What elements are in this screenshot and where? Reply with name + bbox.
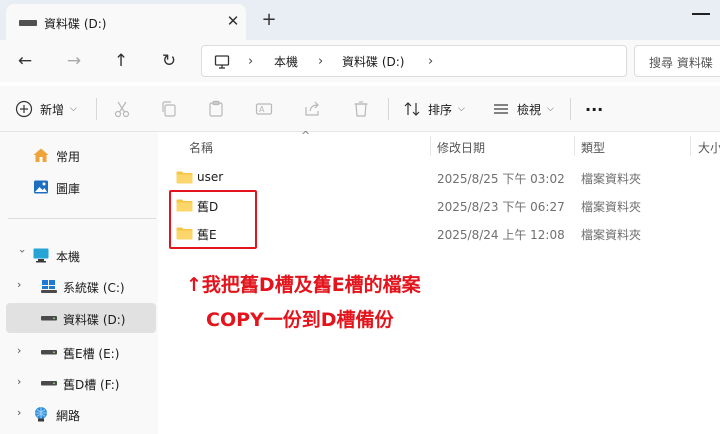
sort-label: 排序 bbox=[428, 102, 453, 117]
chevron-right-icon[interactable]: › bbox=[17, 407, 27, 419]
sidebar-item-drive-d[interactable]: 資料碟 (D:) bbox=[6, 303, 156, 333]
drive-icon bbox=[19, 20, 37, 26]
file-type: 檔案資料夾 bbox=[581, 200, 642, 214]
drive-icon bbox=[41, 316, 57, 321]
view-lines-icon bbox=[491, 99, 511, 119]
sidebar-item-this-pc[interactable]: › 本機 bbox=[6, 240, 156, 270]
command-bar: 新增 ⌵ A 排序 ⌵ 檢視 ⌵ ... bbox=[0, 86, 720, 132]
file-modified: 2025/8/23 下午 06:27 bbox=[437, 200, 565, 214]
column-divider[interactable] bbox=[690, 136, 691, 156]
close-tab-icon[interactable]: ✕ bbox=[224, 12, 242, 30]
tab-current[interactable]: 資料碟 (D:) ✕ bbox=[6, 4, 246, 40]
sidebar-item-label: 系統碟 (C:) bbox=[63, 281, 125, 295]
sidebar-item-label: 舊E槽 (E:) bbox=[63, 347, 120, 361]
sidebar-item-label: 圖庫 bbox=[56, 182, 81, 196]
column-header-size[interactable]: 大小 bbox=[698, 139, 720, 156]
sidebar-item-label: 舊D槽 (F:) bbox=[63, 378, 120, 392]
sidebar-item-home[interactable]: 常用 bbox=[6, 140, 156, 170]
column-divider[interactable] bbox=[430, 136, 431, 156]
svg-text:A: A bbox=[259, 105, 265, 114]
file-name: user bbox=[197, 170, 224, 184]
windows-drive-icon bbox=[41, 280, 57, 293]
file-type: 檔案資料夾 bbox=[581, 228, 642, 242]
gallery-icon bbox=[34, 180, 48, 194]
drive-icon bbox=[41, 350, 57, 355]
column-header-type[interactable]: 類型 bbox=[581, 139, 605, 156]
file-modified: 2025/8/24 上午 12:08 bbox=[437, 228, 565, 242]
chevron-down-icon: ⌵ bbox=[547, 104, 554, 114]
copy-icon[interactable] bbox=[159, 99, 179, 119]
column-divider[interactable] bbox=[574, 136, 575, 156]
search-box[interactable]: 搜尋 資料碟 bbox=[634, 45, 720, 77]
home-icon bbox=[33, 148, 49, 162]
folder-icon bbox=[176, 171, 193, 184]
new-tab-icon[interactable]: + bbox=[260, 11, 278, 29]
sidebar-item-drive-e[interactable]: › 舊E槽 (E:) bbox=[6, 337, 156, 367]
navigation-pane: 常用 圖庫 › 本機 › 系統碟 (C:) 資料碟 (D:) › 舊E槽 (E:… bbox=[0, 132, 158, 434]
chevron-right-icon[interactable]: › bbox=[17, 345, 27, 357]
sidebar-item-label: 網路 bbox=[56, 409, 81, 423]
sidebar-item-drive-f[interactable]: › 舊D槽 (F:) bbox=[6, 368, 156, 398]
divider bbox=[8, 218, 156, 219]
sidebar-item-gallery[interactable]: 圖庫 bbox=[6, 172, 156, 202]
sidebar-item-label: 常用 bbox=[56, 150, 81, 164]
divider bbox=[388, 98, 389, 120]
sidebar-item-label: 本機 bbox=[56, 250, 81, 264]
annotation-text: COPY一份到D槽備份 bbox=[206, 309, 394, 331]
navigation-bar: ← → ↑ ↻ › 本機 › 資料碟 (D:) › 搜尋 資料碟 bbox=[0, 40, 720, 82]
chevron-down-icon[interactable]: › bbox=[16, 249, 29, 259]
chevron-right-icon: › bbox=[248, 54, 254, 69]
table-row[interactable]: user 2025/8/25 下午 03:02 檔案資料夾 bbox=[158, 163, 720, 191]
divider bbox=[96, 98, 97, 120]
tab-title: 資料碟 (D:) bbox=[44, 17, 107, 31]
sidebar-item-drive-c[interactable]: › 系統碟 (C:) bbox=[6, 271, 156, 301]
network-icon bbox=[35, 407, 47, 422]
sort-ascending-icon: ^ bbox=[301, 129, 311, 142]
more-options-icon[interactable]: ... bbox=[585, 92, 603, 118]
file-modified: 2025/8/25 下午 03:02 bbox=[437, 172, 565, 186]
chevron-down-icon: ⌵ bbox=[458, 104, 465, 114]
sidebar-item-label: 資料碟 (D:) bbox=[63, 313, 126, 327]
monitor-icon bbox=[214, 55, 230, 69]
up-arrow-icon[interactable]: ↑ bbox=[109, 49, 133, 73]
search-placeholder: 搜尋 資料碟 bbox=[649, 56, 713, 70]
breadcrumb-item[interactable]: 資料碟 (D:) bbox=[342, 53, 404, 70]
new-label: 新增 bbox=[40, 102, 65, 117]
divider bbox=[570, 98, 571, 120]
new-button[interactable]: 新增 ⌵ bbox=[14, 96, 77, 122]
chevron-down-icon: ⌵ bbox=[70, 104, 77, 114]
back-arrow-icon[interactable]: ← bbox=[13, 49, 37, 73]
chevron-right-icon[interactable]: › bbox=[318, 54, 323, 69]
sort-button[interactable]: 排序 ⌵ bbox=[402, 96, 465, 122]
file-type: 檔案資料夾 bbox=[581, 172, 642, 186]
column-header-name[interactable]: 名稱 bbox=[189, 139, 213, 156]
rename-icon[interactable]: A bbox=[254, 99, 274, 119]
annotation-highlight-box bbox=[169, 190, 257, 249]
address-bar[interactable]: › 本機 › 資料碟 (D:) › bbox=[201, 45, 627, 77]
minimize-icon[interactable] bbox=[692, 13, 710, 15]
breadcrumb-item[interactable]: 本機 bbox=[274, 53, 298, 70]
forward-arrow-icon[interactable]: → bbox=[62, 49, 86, 73]
column-header-date[interactable]: 修改日期 bbox=[437, 139, 485, 156]
sidebar-item-network[interactable]: › 網路 bbox=[6, 399, 156, 429]
chevron-right-icon[interactable]: › bbox=[428, 54, 433, 69]
plus-circle-icon bbox=[14, 99, 34, 119]
sort-icon bbox=[402, 99, 422, 119]
view-button[interactable]: 檢視 ⌵ bbox=[491, 96, 554, 122]
title-bar: 資料碟 (D:) ✕ + bbox=[0, 0, 720, 40]
delete-icon[interactable] bbox=[351, 99, 371, 119]
cut-icon[interactable] bbox=[112, 99, 132, 119]
paste-icon[interactable] bbox=[206, 99, 226, 119]
view-label: 檢視 bbox=[517, 102, 542, 117]
drive-icon bbox=[41, 381, 57, 386]
refresh-icon[interactable]: ↻ bbox=[157, 49, 181, 73]
share-icon[interactable] bbox=[302, 99, 322, 119]
chevron-right-icon[interactable]: › bbox=[17, 279, 27, 291]
annotation-text: ↑我把舊D槽及舊E槽的檔案 bbox=[186, 274, 421, 296]
pc-icon bbox=[33, 248, 49, 263]
chevron-right-icon[interactable]: › bbox=[17, 376, 27, 388]
